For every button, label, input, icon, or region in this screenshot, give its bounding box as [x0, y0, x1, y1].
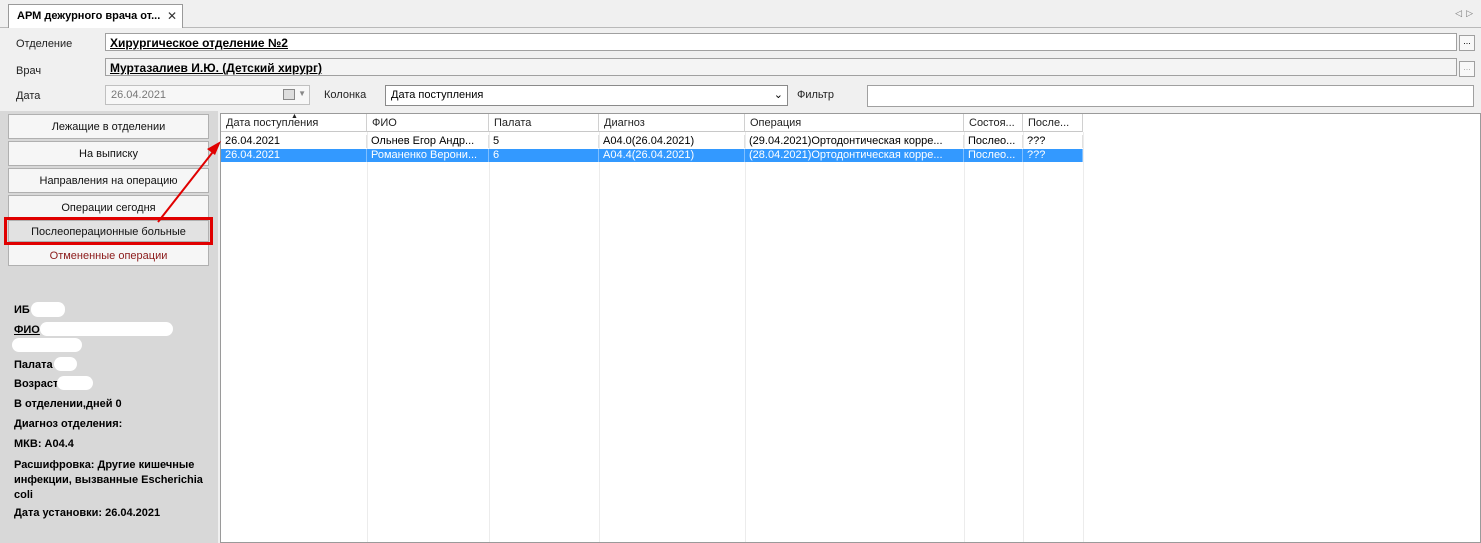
column-header-operation[interactable]: Операция — [745, 114, 964, 132]
grid-line — [489, 132, 490, 542]
sort-ascending-icon: ▲ — [291, 114, 298, 120]
tab-title: АРМ дежурного врача от... — [17, 10, 161, 22]
table-cell: Романенко Верони... — [367, 149, 489, 162]
mkb-code: МКВ: А04.4 — [14, 438, 74, 450]
date-field[interactable]: 26.04.2021 ▼ — [105, 85, 310, 105]
nav-cancelled-surgeries[interactable]: Отмененные операции — [8, 244, 209, 266]
nav-surgery-referrals[interactable]: Направления на операцию — [8, 168, 209, 193]
calendar-icon[interactable] — [283, 89, 295, 100]
table-cell: А04.0(26.04.2021) — [599, 135, 745, 148]
redacted-age — [57, 376, 93, 390]
table-cell: А04.4(26.04.2021) — [599, 149, 745, 162]
redacted-ward — [54, 357, 77, 371]
column-header-postop[interactable]: После... — [1023, 114, 1083, 132]
tab-scroll-icon[interactable]: ◁▷ — [1455, 8, 1477, 19]
grid-line — [599, 132, 600, 542]
set-date: Дата установки: 26.04.2021 — [14, 507, 161, 519]
ward-label: Палата — [14, 359, 53, 371]
date-label: Дата — [16, 90, 41, 102]
table-cell: 5 — [489, 135, 599, 148]
highlight-box — [4, 217, 213, 245]
department-select-button[interactable]: ... — [1459, 35, 1475, 51]
filter-label: Фильтр — [797, 89, 834, 101]
diagnosis-decoding: Расшифровка: Другие кишечные инфекции, в… — [14, 459, 203, 501]
redacted-ib — [31, 302, 65, 317]
table-cell: 26.04.2021 — [221, 135, 367, 148]
nav-lying-in-department[interactable]: Лежащие в отделении — [8, 114, 209, 139]
table-cell: Послео... — [964, 135, 1023, 148]
department-diagnosis-label: Диагноз отделения: — [14, 418, 123, 430]
redacted-fio-line2 — [12, 338, 82, 352]
column-header-status[interactable]: Состоя... — [964, 114, 1023, 132]
doctor-field[interactable]: Муртазалиев И.Ю. (Детский хирург) — [105, 58, 1457, 76]
nav-for-discharge[interactable]: На выписку — [8, 141, 209, 166]
column-label: Колонка — [324, 89, 367, 101]
date-value: 26.04.2021 — [111, 89, 167, 101]
grid-line — [1083, 132, 1084, 542]
table-cell: (28.04.2021)Ортодонтическая корре... — [745, 149, 964, 162]
department-field[interactable]: Хирургическое отделение №2 — [105, 33, 1457, 51]
column-header-ward[interactable]: Палата — [489, 114, 599, 132]
tab-bar: АРМ дежурного врача от... ✕ ◁▷ — [0, 0, 1481, 28]
column-header-admission-date[interactable]: Дата поступления ▲ — [221, 114, 367, 132]
grid-line — [964, 132, 965, 542]
filter-input[interactable] — [867, 85, 1474, 107]
chevron-down-icon[interactable]: ▼ — [298, 89, 306, 98]
fio-label: ФИО — [14, 324, 40, 336]
chevron-down-icon: ⌄ — [773, 89, 783, 101]
doctor-label: Врач — [16, 65, 42, 77]
table-cell: ??? — [1023, 135, 1083, 148]
table-cell: Послео... — [964, 149, 1023, 162]
column-select[interactable]: Дата поступления ⌄ — [385, 85, 788, 106]
table-cell: ??? — [1023, 149, 1083, 162]
grid-line — [1023, 132, 1024, 542]
table-cell: (29.04.2021)Ортодонтическая корре... — [745, 135, 964, 148]
column-header-diagnosis[interactable]: Диагноз — [599, 114, 745, 132]
column-select-value: Дата поступления — [391, 89, 484, 101]
age-label: Возраст — [14, 378, 59, 390]
table-cell: 26.04.2021 — [221, 149, 367, 162]
grid-line — [745, 132, 746, 542]
table-cell: Ольнев Егор Андр... — [367, 135, 489, 148]
tab-arm-duty-doctor[interactable]: АРМ дежурного врача от... ✕ — [8, 4, 183, 28]
redacted-fio — [40, 322, 173, 336]
grid-line — [367, 132, 368, 542]
table-cell: 6 — [489, 149, 599, 162]
patients-table[interactable]: Дата поступления ▲ ФИО Палата Диагноз Оп… — [220, 113, 1481, 543]
ib-label: ИБ — [14, 304, 30, 316]
close-icon[interactable]: ✕ — [167, 9, 177, 23]
column-header-fio[interactable]: ФИО — [367, 114, 489, 132]
department-label: Отделение — [16, 38, 73, 50]
doctor-select-button[interactable]: ... — [1459, 61, 1475, 77]
days-in-department: В отделении,дней 0 — [14, 398, 122, 410]
